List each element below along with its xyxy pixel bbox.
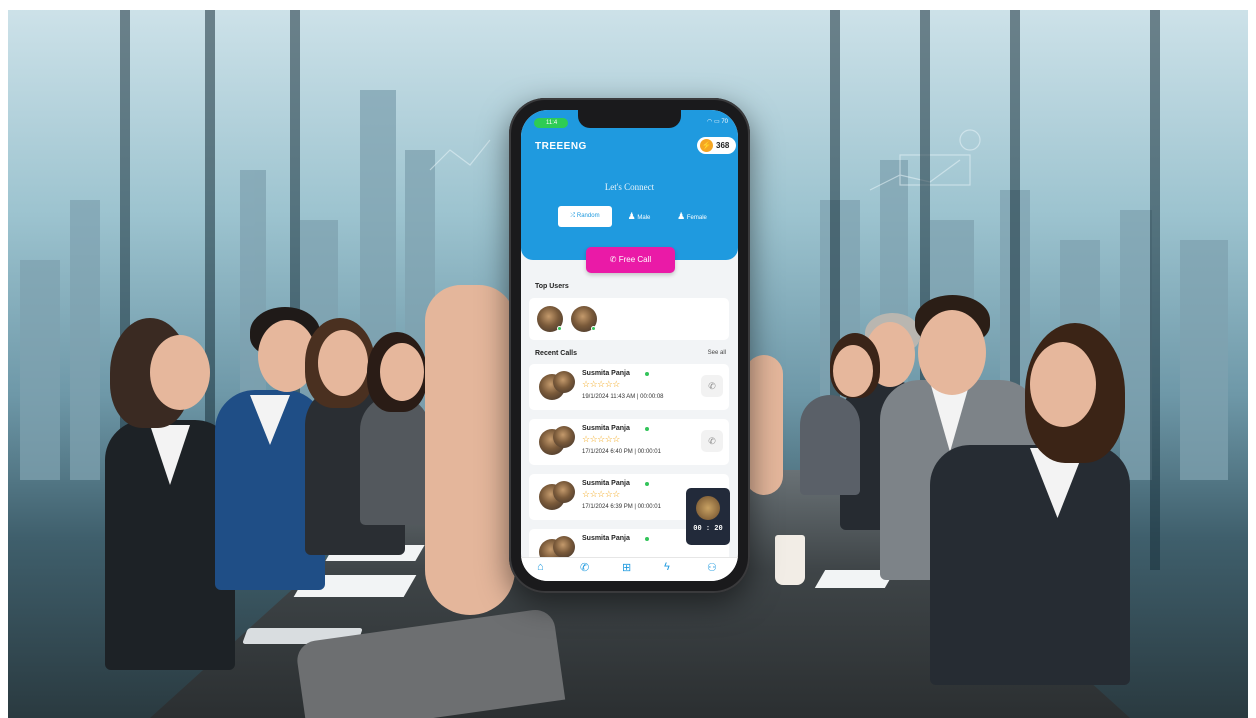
- call-datetime: 19/1/2024 11:43 AM | 00:00:08: [582, 394, 664, 400]
- online-indicator: [591, 326, 596, 331]
- free-call-label: Free Call: [618, 255, 652, 264]
- rating-stars: ☆☆☆☆☆: [582, 434, 620, 444]
- coin-balance[interactable]: ⚡ 368: [697, 137, 736, 154]
- caller-name: Susmita Panja: [582, 480, 630, 487]
- tab-female-label: Female: [686, 215, 707, 221]
- caller-name: Susmita Panja: [582, 535, 630, 542]
- phone-icon: ✆: [609, 255, 617, 264]
- rating-stars: ☆☆☆☆☆: [582, 379, 620, 389]
- recent-calls-title: Recent Calls: [535, 350, 578, 357]
- online-indicator: [645, 372, 649, 376]
- recent-call-item[interactable]: Susmita Panja ☆☆☆☆☆ 17/1/2024 6:40 PM | …: [529, 419, 729, 465]
- rating-stars: ☆☆☆☆☆: [582, 489, 620, 499]
- recent-call-item[interactable]: Susmita Panja ☆☆☆☆☆ 19/1/2024 11:43 AM |…: [529, 364, 729, 410]
- frame-left: [0, 0, 8, 718]
- tab-female[interactable]: ♟ Female: [669, 206, 715, 227]
- top-users-title: Top Users: [535, 283, 569, 290]
- app-name: TREEENG: [535, 141, 587, 152]
- tab-male-label: Male: [637, 215, 651, 221]
- lightning-coin-icon: ⚡: [700, 139, 713, 152]
- coffee-cup: [775, 535, 805, 585]
- tab-male[interactable]: ♟ Male: [619, 206, 659, 227]
- status-icons: ◠ ▭ 70: [707, 118, 728, 125]
- see-all-link[interactable]: See all: [708, 350, 726, 356]
- wifi-icon: ◠: [707, 119, 713, 125]
- tab-random[interactable]: ⤮ Random: [558, 206, 612, 227]
- lightning-icon[interactable]: ϟ: [664, 561, 670, 573]
- hand-holding-phone: [425, 285, 515, 615]
- frame-right: [1248, 0, 1256, 718]
- home-icon[interactable]: ⌂: [537, 561, 544, 573]
- call-timer: 00 : 20: [693, 525, 723, 533]
- pip-caller-avatar: [696, 496, 720, 520]
- profile-icon[interactable]: ⚇: [707, 561, 717, 574]
- online-indicator: [645, 427, 649, 431]
- status-time-pill: 11:4: [534, 118, 568, 128]
- shuffle-icon: ⤮: [570, 213, 576, 219]
- lets-connect-title: Let's Connect: [604, 182, 655, 192]
- caller-avatar: [553, 426, 575, 448]
- call-datetime: 17/1/2024 6:39 PM | 00:00:01: [582, 504, 661, 510]
- gift-icon[interactable]: ⊞: [622, 561, 631, 574]
- online-indicator: [645, 537, 649, 541]
- call-log-icon[interactable]: ✆: [580, 561, 589, 574]
- online-indicator: [645, 482, 649, 486]
- phone-notch: [578, 110, 681, 128]
- caller-avatar: [553, 371, 575, 393]
- bottom-navigation: ⌂ ✆ ⊞ ϟ ⚇: [521, 557, 738, 581]
- online-indicator: [557, 326, 562, 331]
- ongoing-call-pip[interactable]: 00 : 20: [686, 488, 730, 545]
- app-screen: 11:4 ◠ ▭ 70 TREEENG ⚡ 368 Let's Connect …: [521, 110, 738, 581]
- frame-top: [0, 0, 1256, 10]
- app-header: 11:4 ◠ ▭ 70 TREEENG ⚡ 368 Let's Connect …: [521, 110, 738, 260]
- coin-count: 368: [716, 141, 730, 150]
- status-time: 11:4: [546, 120, 558, 126]
- battery-icon: ▭: [713, 119, 720, 125]
- call-back-button[interactable]: ✆: [701, 430, 723, 452]
- caller-name: Susmita Panja: [582, 425, 630, 432]
- smartphone: 11:4 ◠ ▭ 70 TREEENG ⚡ 368 Let's Connect …: [509, 98, 750, 593]
- caller-name: Susmita Panja: [582, 370, 630, 377]
- caller-avatar: [553, 481, 575, 503]
- phone-icon: ✆: [708, 436, 716, 446]
- call-datetime: 17/1/2024 6:40 PM | 00:00:01: [582, 449, 661, 455]
- phone-icon: ✆: [708, 381, 716, 391]
- battery-level: 70: [721, 119, 728, 125]
- female-icon: ♟: [677, 211, 686, 221]
- call-back-button[interactable]: ✆: [701, 375, 723, 397]
- fingers: [745, 355, 783, 495]
- tab-random-label: Random: [576, 213, 600, 219]
- male-icon: ♟: [627, 211, 636, 221]
- top-users-list: [529, 298, 729, 340]
- caller-avatar: [553, 536, 575, 558]
- free-call-button[interactable]: ✆ Free Call: [586, 247, 675, 273]
